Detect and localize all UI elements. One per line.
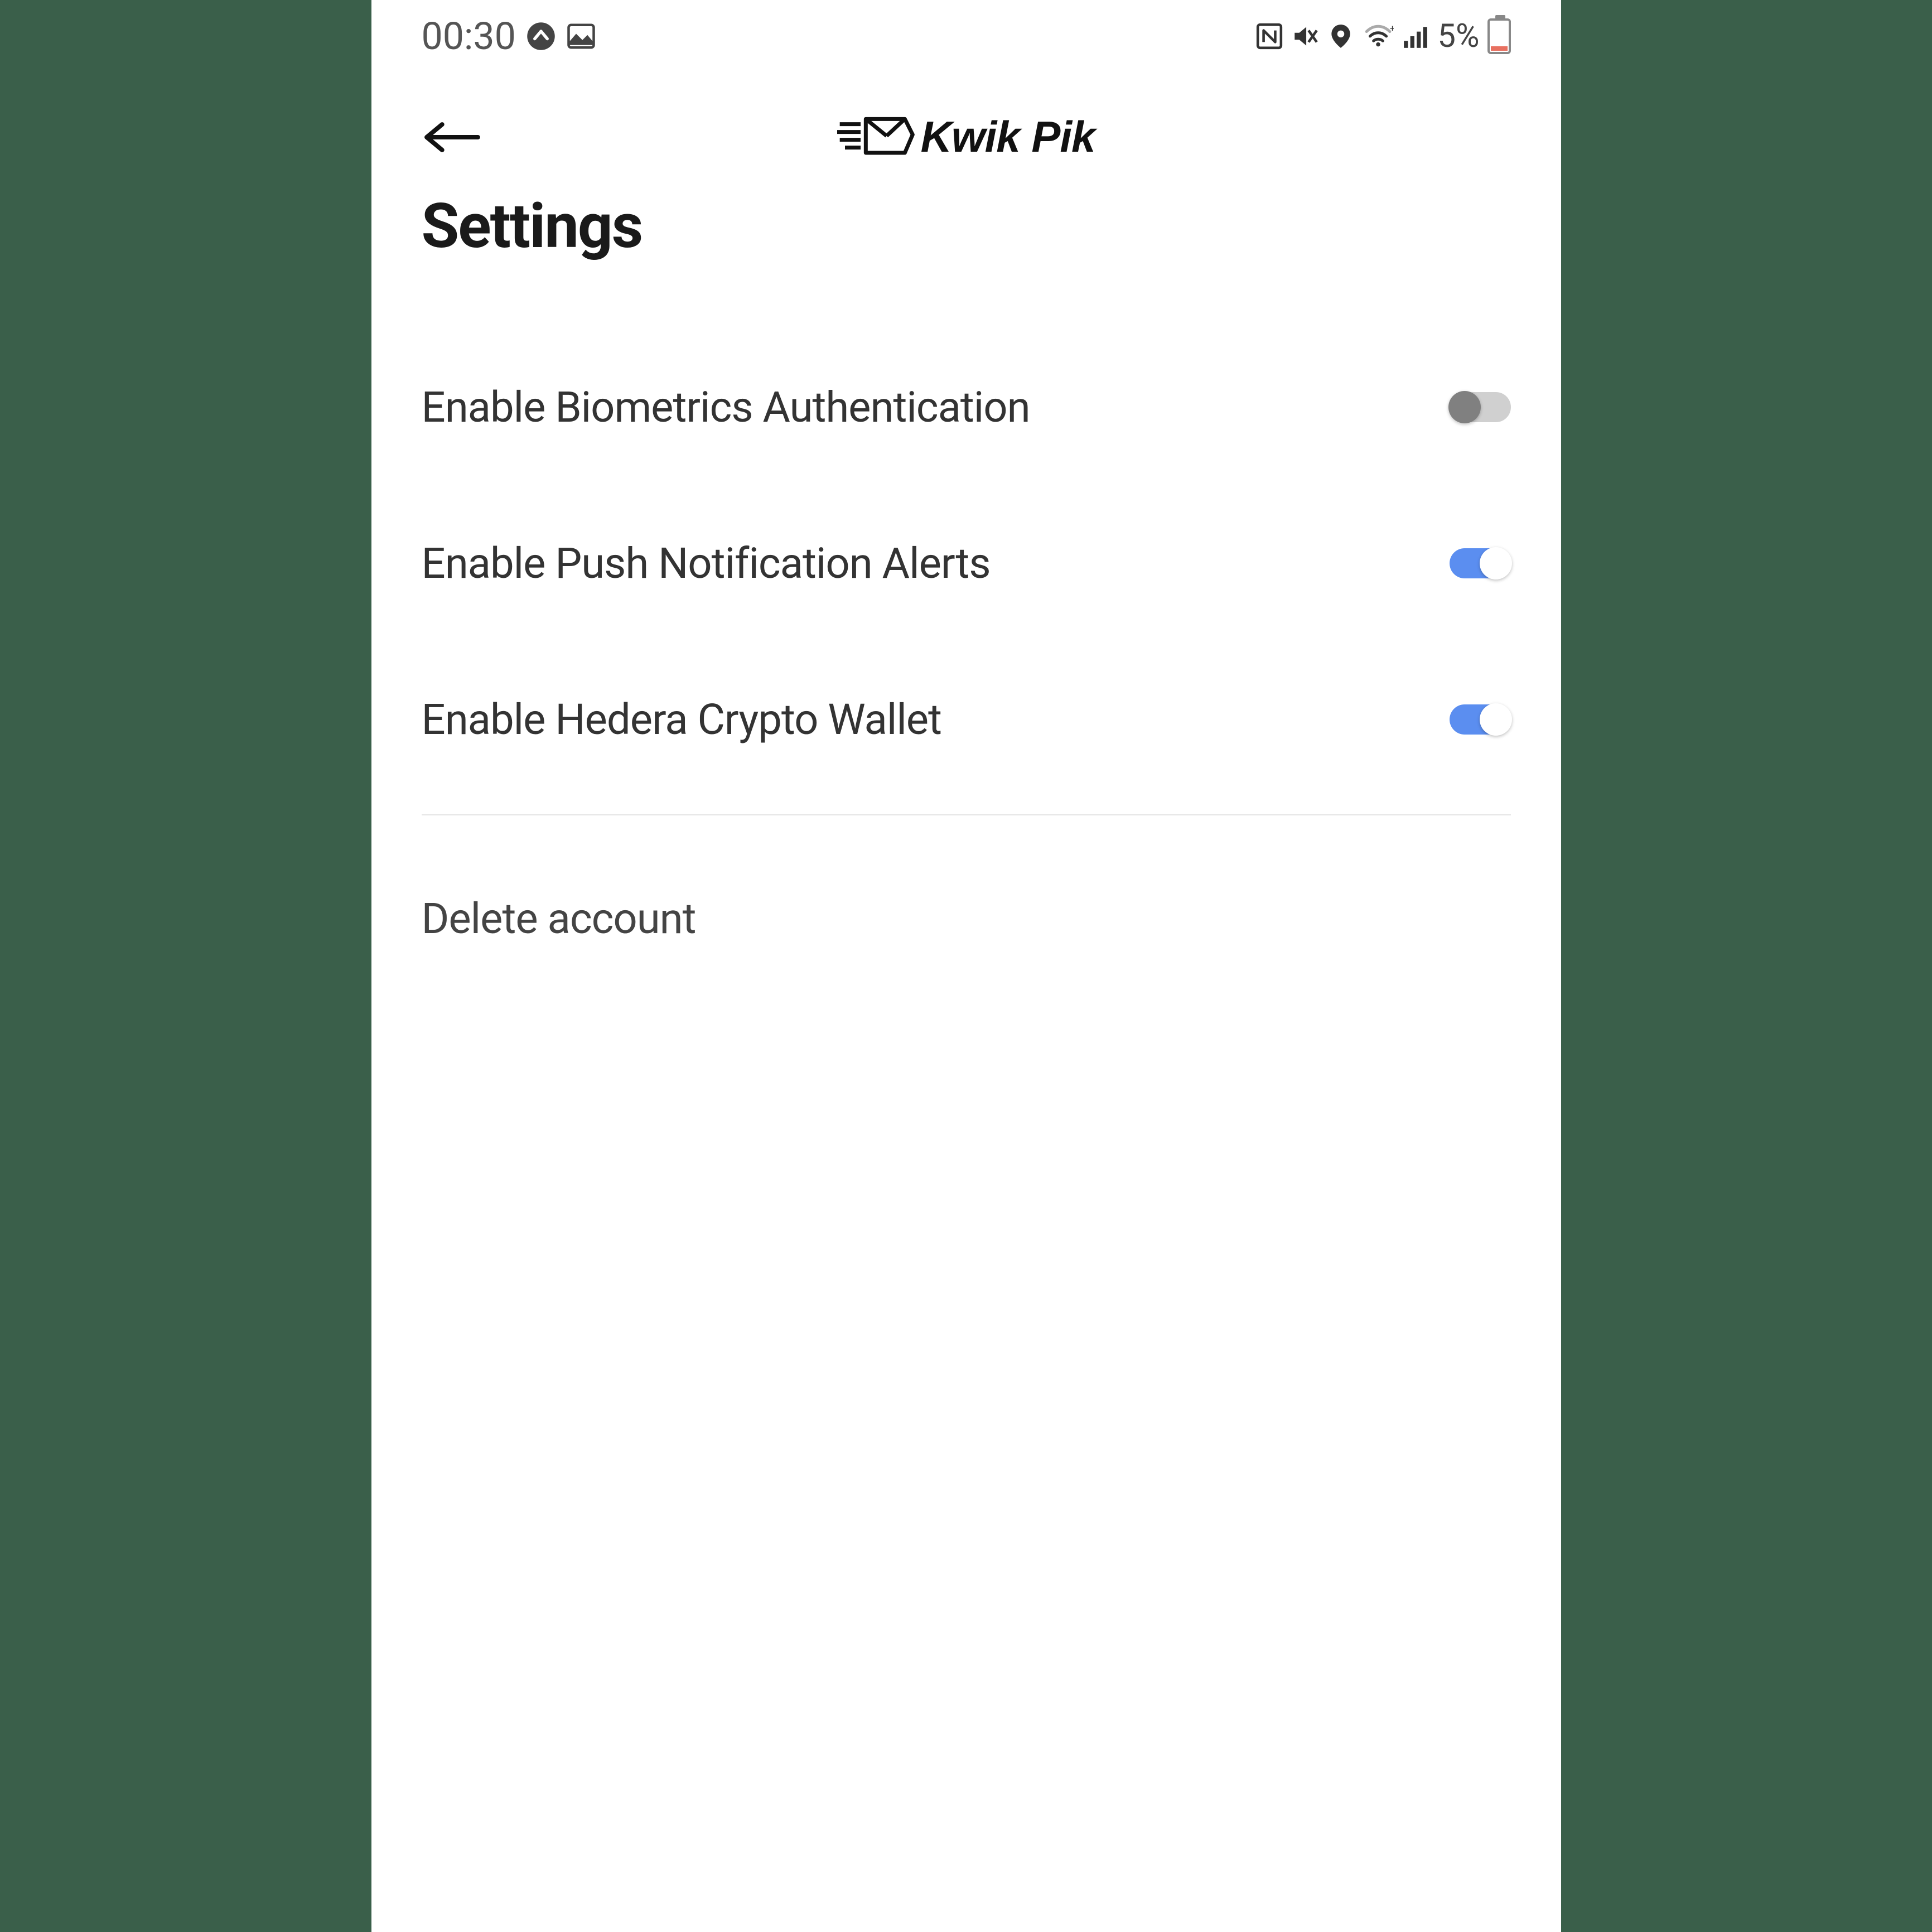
status-time: 00:30 (422, 14, 516, 59)
image-icon (566, 21, 596, 51)
status-bar: 00:30 + 5% (371, 0, 1561, 73)
wifi-icon: + (1363, 22, 1394, 50)
brand-name: Kwik Pik (921, 112, 1095, 162)
setting-row-push: Enable Push Notification Alerts (422, 485, 1511, 641)
toggle-push[interactable] (1450, 548, 1511, 578)
divider (422, 814, 1511, 815)
chevron-up-circle-icon (526, 21, 556, 51)
app-logo: Kwik Pik (837, 112, 1095, 162)
setting-label: Enable Push Notification Alerts (422, 538, 991, 588)
signal-icon (1402, 22, 1429, 50)
settings-list: Enable Biometrics Authentication Enable … (371, 329, 1561, 798)
toggle-hedera[interactable] (1450, 704, 1511, 735)
setting-row-hedera: Enable Hedera Crypto Wallet (422, 641, 1511, 798)
svg-text:+: + (1390, 24, 1394, 35)
battery-icon (1487, 18, 1511, 54)
delete-account-row[interactable]: Delete account (371, 832, 1561, 1005)
location-icon (1327, 22, 1355, 50)
delete-account-label: Delete account (422, 893, 1511, 944)
phone-screen: 00:30 + 5% (371, 0, 1561, 1932)
status-right: + 5% (1255, 17, 1510, 55)
setting-row-biometrics: Enable Biometrics Authentication (422, 329, 1511, 485)
status-left: 00:30 (422, 14, 596, 59)
delivery-icon (837, 112, 915, 162)
app-header: Kwik Pik (371, 73, 1561, 179)
mute-icon (1291, 22, 1319, 50)
toggle-biometrics[interactable] (1450, 392, 1511, 422)
nfc-icon (1255, 22, 1283, 50)
back-button[interactable] (422, 115, 483, 160)
setting-label: Enable Hedera Crypto Wallet (422, 694, 941, 745)
page-title: Settings (371, 179, 1561, 329)
setting-label: Enable Biometrics Authentication (422, 382, 1030, 432)
battery-pct: 5% (1437, 17, 1479, 55)
